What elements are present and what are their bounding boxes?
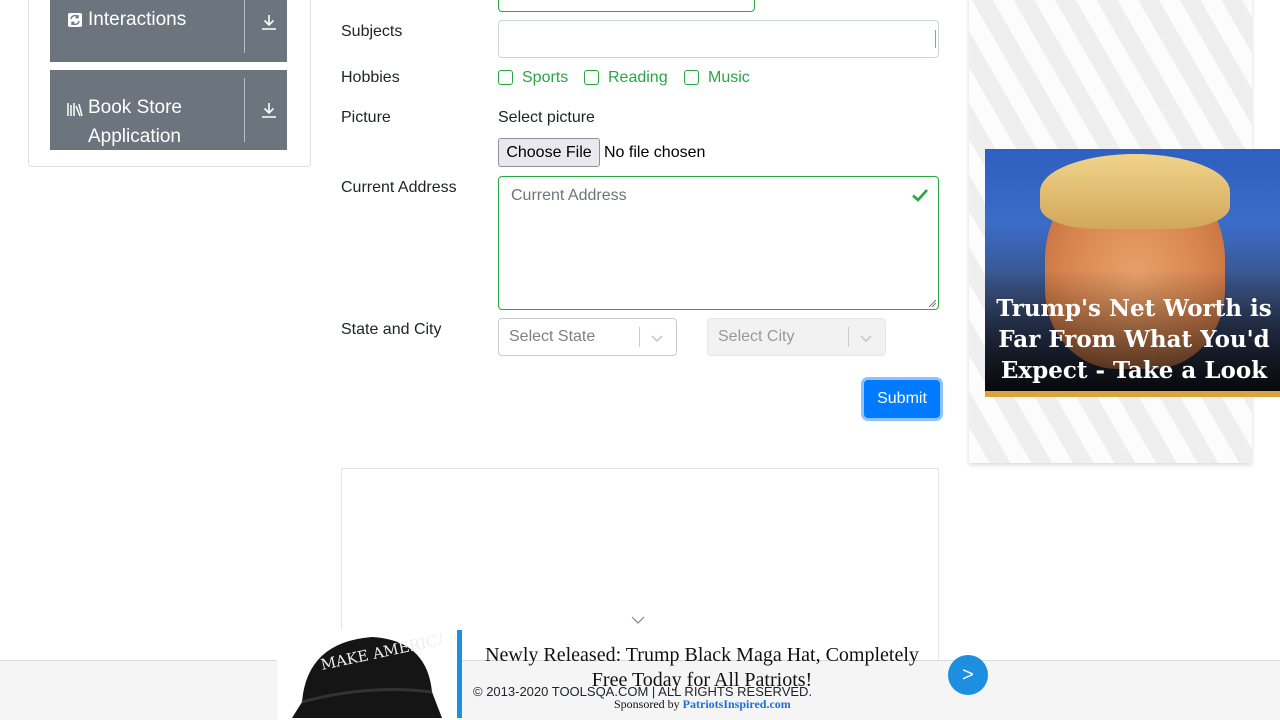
maga-hat-image: MAKE AMERICA GREAT AGAIN xyxy=(292,632,442,718)
select-picture-label: Select picture xyxy=(498,109,595,126)
hobby-label: Sports xyxy=(522,69,569,86)
download-icon xyxy=(262,15,276,30)
state-placeholder: Select State xyxy=(509,328,596,345)
hobby-label: Music xyxy=(708,69,750,86)
state-select[interactable]: Select State xyxy=(498,318,677,356)
resize-grip-icon[interactable] xyxy=(928,299,936,307)
sidebar-divider xyxy=(244,78,245,142)
hobbies-label: Hobbies xyxy=(341,69,400,86)
sponsor-prefix: Sponsored by xyxy=(614,697,680,711)
ad-next-button[interactable]: > xyxy=(948,655,988,695)
current-address-textarea[interactable]: Current Address xyxy=(498,176,939,310)
ad-hat-image: MAKE AMERICA GREAT AGAIN xyxy=(277,630,457,720)
hobby-sports-checkbox[interactable]: Sports xyxy=(498,69,568,86)
checkmark-icon xyxy=(912,189,928,202)
mobile-input[interactable] xyxy=(498,0,755,12)
ad-accent-bar xyxy=(457,630,462,718)
checkbox-box[interactable] xyxy=(684,70,699,85)
city-placeholder: Select City xyxy=(718,328,795,345)
bottom-ad-headline[interactable]: Newly Released: Trump Black Maga Hat, Co… xyxy=(472,643,932,693)
sponsor-link[interactable]: PatriotsInspired.com xyxy=(683,697,791,711)
chevron-down-icon[interactable] xyxy=(631,614,645,626)
no-file-text: No file chosen xyxy=(604,144,706,161)
city-select[interactable]: Select City xyxy=(707,318,886,356)
sidebar-group-label: Interactions xyxy=(88,9,187,30)
address-placeholder: Current Address xyxy=(511,187,627,204)
right-ad-headline[interactable]: Trump's Net Worth is Far From What You'd… xyxy=(993,293,1275,386)
current-address-label: Current Address xyxy=(341,179,457,196)
interactions-icon xyxy=(68,13,82,27)
hobby-reading-checkbox[interactable]: Reading xyxy=(584,69,668,86)
sidebar-group-book-store[interactable]: Book Store Application xyxy=(50,70,287,150)
select-separator xyxy=(848,327,849,347)
ad-photo-hair xyxy=(1040,154,1230,229)
choose-file-button[interactable]: Choose File xyxy=(498,138,600,167)
state-city-label: State and City xyxy=(341,321,442,338)
chevron-down-icon[interactable] xyxy=(650,331,664,345)
picture-label: Picture xyxy=(341,109,391,126)
submit-button[interactable]: Submit xyxy=(864,380,940,418)
sponsor-line: Sponsored by PatriotsInspired.com xyxy=(614,697,791,712)
sidebar-divider xyxy=(244,0,245,53)
select-separator xyxy=(639,327,640,347)
bottom-sticky-ad[interactable]: MAKE AMERICA GREAT AGAIN Newly Released:… xyxy=(277,630,1007,720)
sidebar-group-interactions[interactable]: Interactions xyxy=(50,0,287,62)
subjects-label: Subjects xyxy=(341,23,403,40)
text-caret xyxy=(935,30,936,48)
ad-accent-bar xyxy=(985,391,1280,397)
checkbox-box[interactable] xyxy=(584,70,599,85)
subjects-input[interactable] xyxy=(498,20,939,58)
chevron-down-icon[interactable] xyxy=(859,331,873,345)
download-icon xyxy=(262,103,276,118)
checkbox-box[interactable] xyxy=(498,70,513,85)
book-store-icon xyxy=(67,103,83,117)
hobby-music-checkbox[interactable]: Music xyxy=(684,69,750,86)
sidebar-group-label: Book Store Application xyxy=(88,97,182,147)
hobby-label: Reading xyxy=(608,69,668,86)
